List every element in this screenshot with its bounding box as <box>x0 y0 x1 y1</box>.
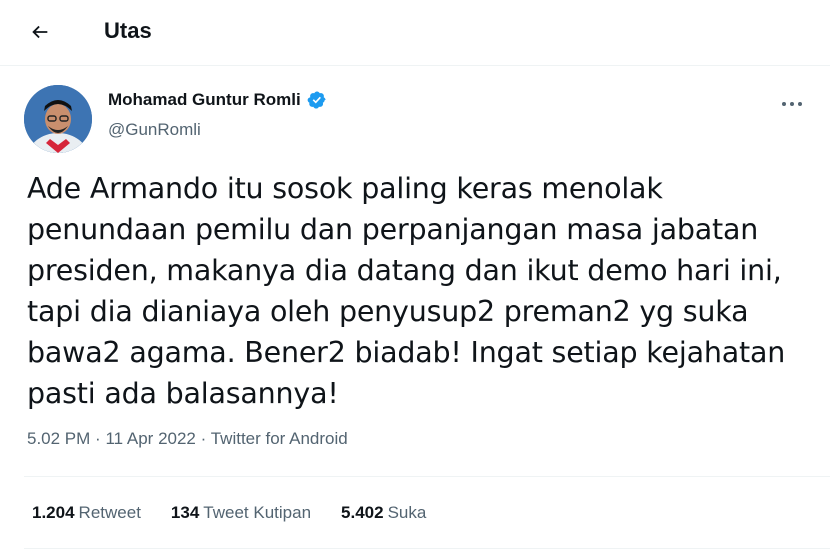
back-button[interactable] <box>22 14 58 50</box>
like-stat[interactable]: 5.402 Suka <box>341 503 426 523</box>
quote-tweet-count: 134 <box>170 503 200 522</box>
tweet-time[interactable]: 5.02 PM <box>27 429 90 448</box>
tweet-text: Ade Armando itu sosok paling keras menol… <box>27 168 807 414</box>
more-options-icon <box>782 102 802 106</box>
verified-badge-icon <box>307 91 326 109</box>
more-options-button[interactable] <box>776 90 808 118</box>
meta-separator: · <box>200 429 207 448</box>
tweet-text-line: presiden, makanya dia datang dan ikut de… <box>27 254 782 287</box>
page-title: Utas <box>104 18 152 43</box>
author-name: Mohamad Guntur Romli <box>108 90 301 109</box>
tweet-source[interactable]: Twitter for Android <box>211 429 348 448</box>
like-label: Suka <box>387 503 427 522</box>
quote-tweet-stat[interactable]: 134 Tweet Kutipan <box>171 503 311 523</box>
tweet-text-line: pasti ada balasannya! <box>27 377 339 410</box>
author-name-row[interactable]: Mohamad Guntur Romli <box>108 90 327 110</box>
divider <box>24 548 830 549</box>
meta-separator: · <box>95 429 101 448</box>
top-bar: Utas <box>0 0 830 66</box>
tweet-text-line: bawa2 agama. Bener2 biadab! Ingat setiap… <box>27 336 786 369</box>
quote-tweet-label: Tweet Kutipan <box>203 503 312 522</box>
tweet-date[interactable]: 11 Apr 2022 <box>105 429 195 448</box>
arrow-left-icon <box>32 25 48 39</box>
avatar-image <box>24 85 92 153</box>
tweet-text-line: penundaan pemilu dan perpanjangan masa j… <box>27 213 759 246</box>
tweet-text-line: Ade Armando itu sosok paling keras menol… <box>27 172 663 205</box>
retweet-stat[interactable]: 1.204 Retweet <box>32 503 141 523</box>
tweet-text-line: tapi dia dianiaya oleh penyusup2 preman2… <box>27 295 749 328</box>
tweet-meta: 5.02 PM · 11 Apr 2022 · Twitter for Andr… <box>27 429 348 449</box>
tweet-stats: 1.204 Retweet 134 Tweet Kutipan 5.402 Suka <box>32 503 426 523</box>
like-count: 5.402 <box>341 503 384 522</box>
divider <box>24 476 830 477</box>
retweet-label: Retweet <box>78 503 141 522</box>
retweet-count: 1.204 <box>32 503 75 522</box>
avatar[interactable] <box>24 85 92 153</box>
author-handle[interactable]: @GunRomli <box>108 120 201 140</box>
